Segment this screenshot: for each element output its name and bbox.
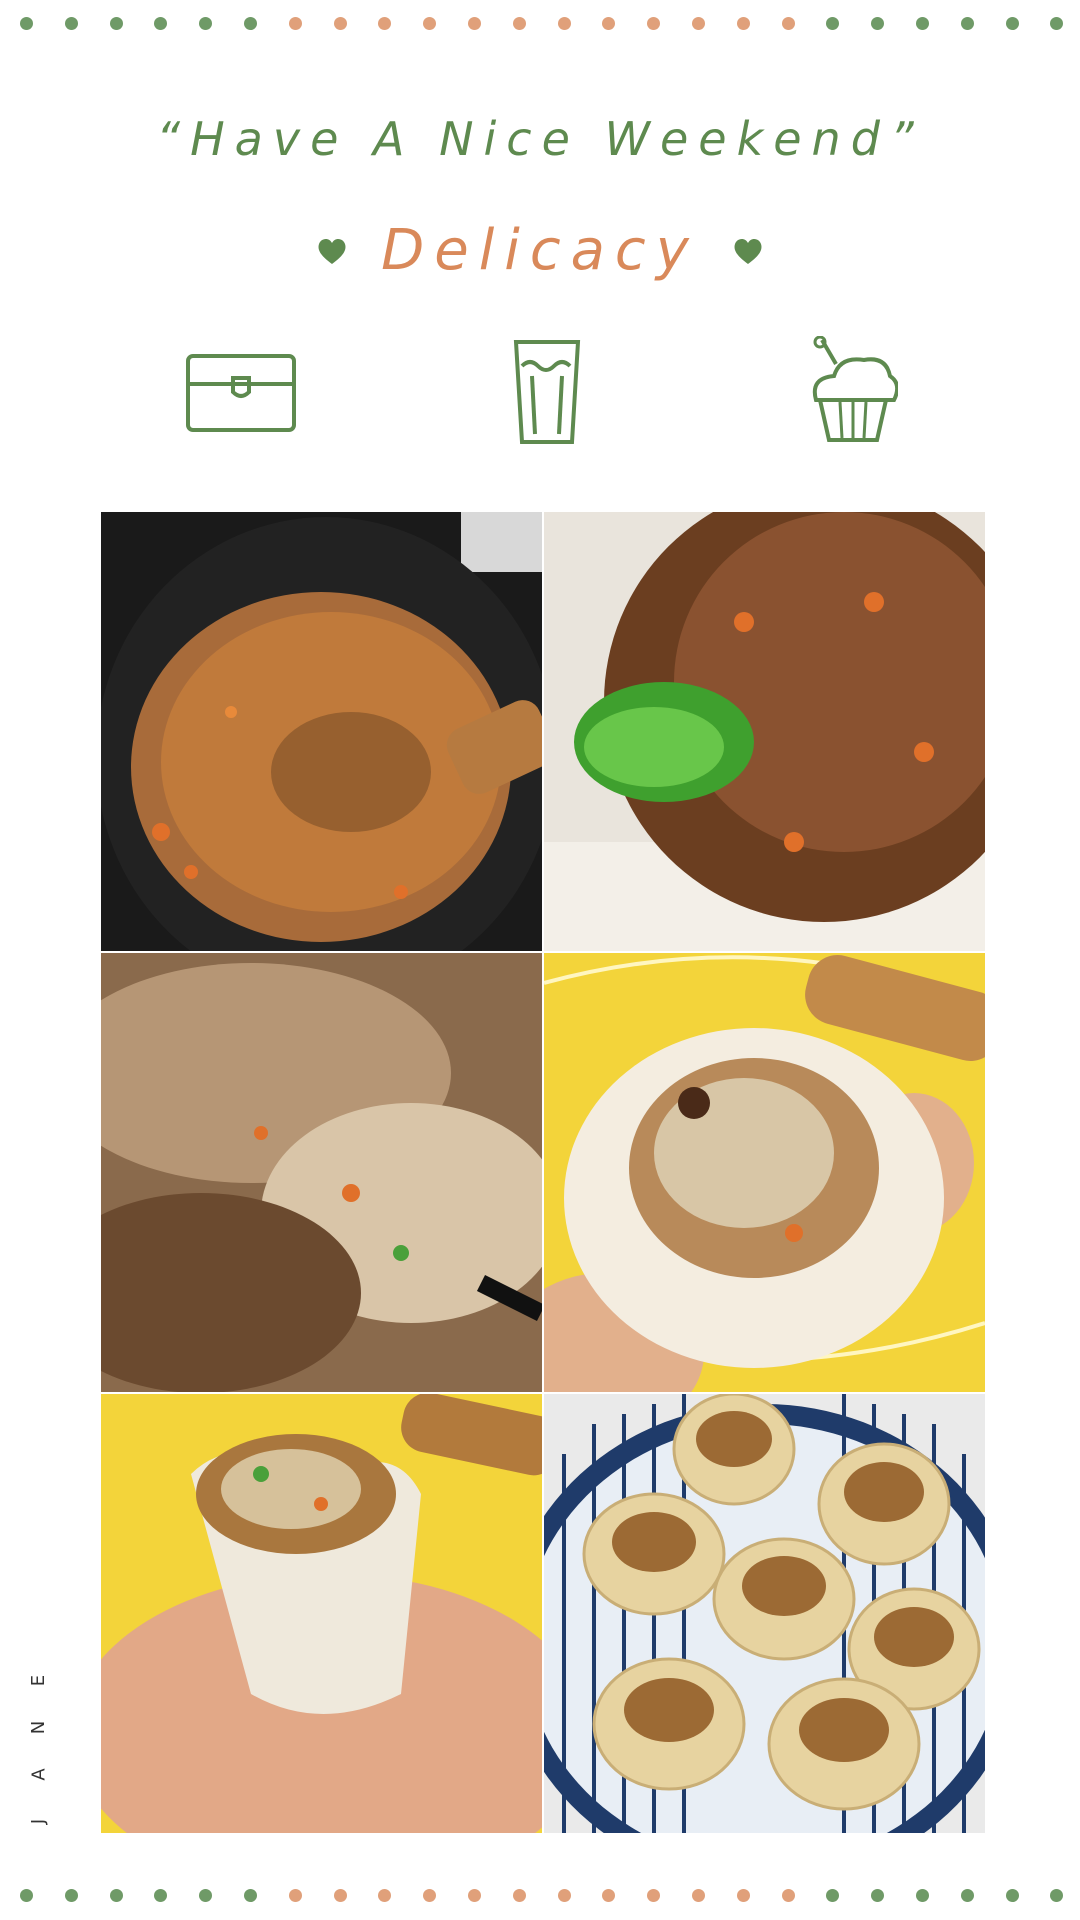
signature-letter: N [28, 1720, 50, 1735]
border-dot [871, 17, 885, 30]
border-dot [288, 1889, 302, 1902]
signature-letter: J [28, 1818, 50, 1825]
page-subtitle: Delicacy [381, 218, 699, 283]
border-dot [20, 17, 33, 30]
briefcase-icon [186, 354, 296, 432]
border-dot [826, 17, 840, 30]
filling-with-scallions-and-rice-photo [544, 512, 985, 951]
border-dot [781, 1889, 795, 1902]
border-dot [378, 17, 392, 30]
border-dot [333, 17, 347, 30]
border-dot [423, 17, 437, 30]
border-dot [64, 17, 78, 30]
border-dot [871, 1889, 885, 1902]
border-dot [736, 17, 750, 30]
border-dot [1005, 1889, 1019, 1902]
bottom-dotted-border [0, 1886, 1080, 1906]
border-dot [423, 1889, 437, 1902]
border-dot [109, 17, 123, 30]
border-dot [109, 1889, 123, 1902]
cupcake-icon [812, 336, 898, 442]
border-dot [468, 17, 481, 30]
border-dot [647, 1889, 661, 1902]
border-dot [1050, 17, 1064, 30]
border-dot [154, 17, 168, 30]
heart-icon [734, 238, 762, 264]
border-dot [557, 1889, 571, 1902]
photo-grid [101, 512, 985, 1834]
border-dot [288, 17, 302, 30]
border-dot [602, 17, 616, 30]
signature-letter: A [28, 1768, 50, 1781]
border-dot [826, 1889, 840, 1902]
top-dotted-border [0, 14, 1080, 34]
border-dot [468, 1889, 481, 1902]
border-dot [333, 1889, 347, 1902]
border-dot [20, 1889, 33, 1902]
border-dot [244, 17, 257, 30]
drink-cup-icon [513, 340, 581, 444]
signature: E N A J [24, 1670, 54, 1832]
stir-fry-filling-in-wok-photo [101, 512, 542, 951]
border-dot [154, 1889, 168, 1902]
icon-row [0, 336, 1080, 446]
border-dot [692, 17, 705, 30]
border-dot [557, 17, 571, 30]
border-dot [736, 1889, 750, 1902]
border-dot [916, 17, 929, 30]
border-dot [512, 1889, 526, 1902]
border-dot [199, 17, 213, 30]
border-dot [512, 17, 526, 30]
border-dot [647, 17, 661, 30]
shaomai-in-hand-photo [101, 1394, 542, 1833]
border-dot [692, 1889, 705, 1902]
mixed-sticky-rice-filling-photo [101, 953, 542, 1392]
heart-icon [318, 238, 346, 264]
signature-letter: E [28, 1674, 50, 1687]
subtitle-row: Delicacy [0, 218, 1080, 283]
border-dot [244, 1889, 257, 1902]
border-dot [960, 1889, 974, 1902]
border-dot [378, 1889, 392, 1902]
border-dot [199, 1889, 213, 1902]
border-dot [64, 1889, 78, 1902]
border-dot [1050, 1889, 1064, 1902]
border-dot [1005, 17, 1019, 30]
shaomai-plate-photo [544, 1394, 985, 1833]
page-title: “Have A Nice Weekend” [156, 112, 924, 166]
border-dot [602, 1889, 616, 1902]
border-dot [781, 17, 795, 30]
border-dot [960, 17, 974, 30]
border-dot [916, 1889, 929, 1902]
filling-on-dumpling-wrapper-photo [544, 953, 985, 1392]
